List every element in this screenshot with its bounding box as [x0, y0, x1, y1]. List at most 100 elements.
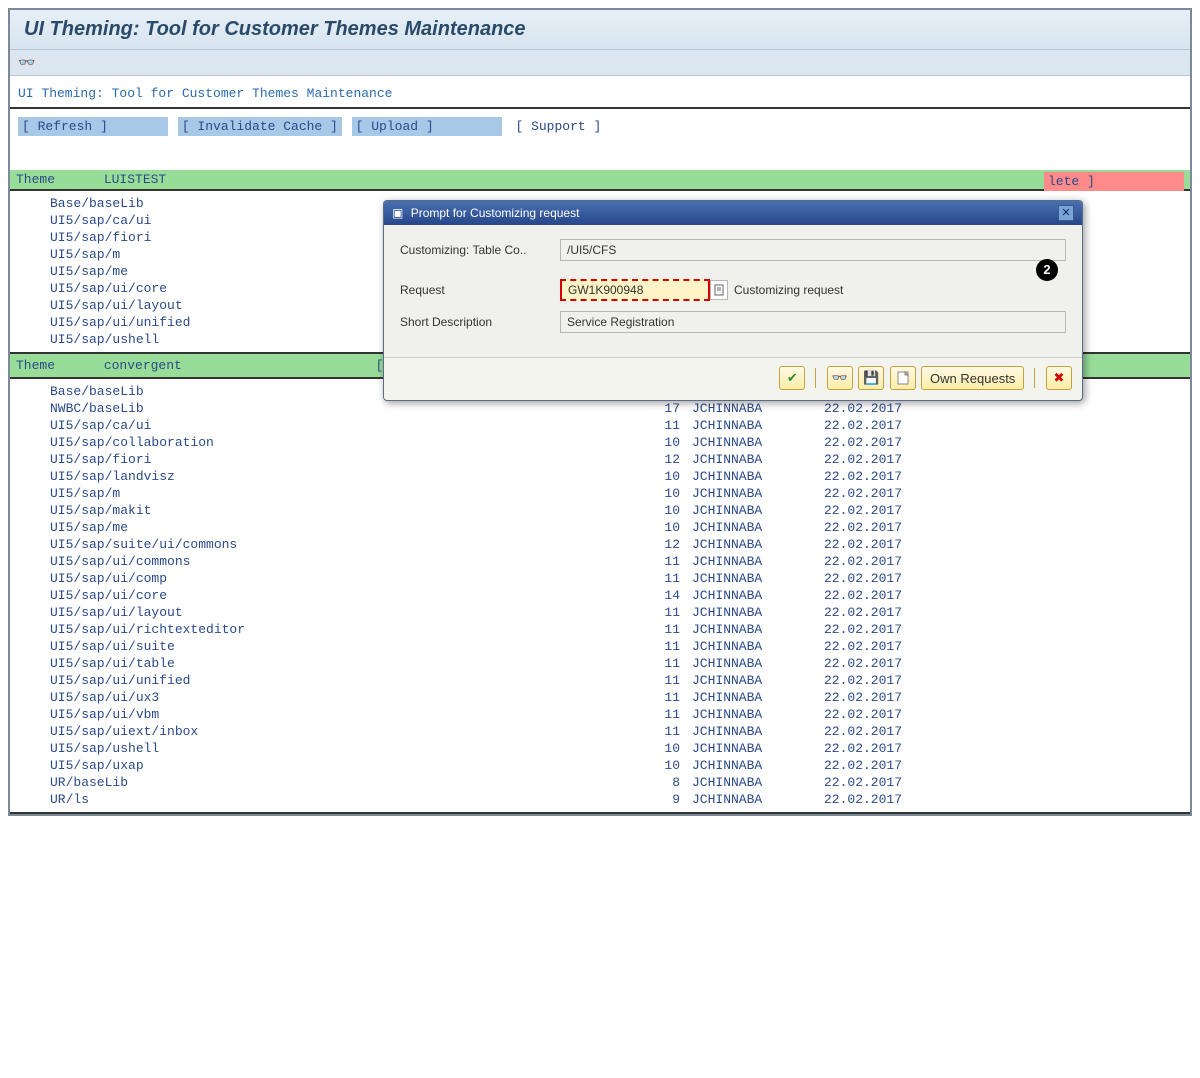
- transaction-subtitle: UI Theming: Tool for Customer Themes Mai…: [10, 76, 1190, 109]
- file-date: 22.02.2017: [800, 775, 920, 790]
- file-row: UI5/sap/fiori12JCHINNABA22.02.2017: [50, 451, 1190, 468]
- customizing-request-dialog: ▣ Prompt for Customizing request ✕ Custo…: [383, 200, 1083, 401]
- save-button[interactable]: 💾: [858, 366, 884, 390]
- display-object-button[interactable]: 👓: [827, 366, 853, 390]
- file-path: UI5/sap/ui/commons: [50, 554, 630, 569]
- file-count: 17: [630, 401, 680, 416]
- file-path: UI5/sap/ui/comp: [50, 571, 630, 586]
- file-row: UI5/sap/ui/unified11JCHINNABA22.02.2017: [50, 672, 1190, 689]
- file-date: 22.02.2017: [800, 792, 920, 807]
- file-path: UI5/sap/m: [50, 486, 630, 501]
- file-count: 11: [630, 690, 680, 705]
- create-button[interactable]: [890, 366, 916, 390]
- file-path: UI5/sap/ui/table: [50, 656, 630, 671]
- continue-button[interactable]: ✔: [779, 366, 805, 390]
- file-row: UI5/sap/ushell10JCHINNABA22.02.2017: [50, 740, 1190, 757]
- file-count: 11: [630, 418, 680, 433]
- file-count: 10: [630, 503, 680, 518]
- file-path: UI5/sap/ushell: [50, 741, 630, 756]
- file-path: UI5/sap/collaboration: [50, 435, 630, 450]
- file-user: JCHINNABA: [680, 537, 800, 552]
- file-date: 22.02.2017: [800, 605, 920, 620]
- file-count: 11: [630, 622, 680, 637]
- file-date: 22.02.2017: [800, 469, 920, 484]
- file-user: JCHINNABA: [680, 758, 800, 773]
- file-count: 10: [630, 741, 680, 756]
- file-date: 22.02.2017: [800, 690, 920, 705]
- file-date: 22.02.2017: [800, 673, 920, 688]
- file-row: UR/baseLib8JCHINNABA22.02.2017: [50, 774, 1190, 791]
- file-date: 22.02.2017: [800, 401, 920, 416]
- refresh-button[interactable]: [ Refresh ]: [18, 117, 168, 136]
- file-date: 22.02.2017: [800, 588, 920, 603]
- dialog-button-bar: ✔ 👓 💾 Own Requests ✖: [384, 357, 1082, 400]
- file-count: 9: [630, 792, 680, 807]
- file-row: UI5/sap/ui/table11JCHINNABA22.02.2017: [50, 655, 1190, 672]
- file-row: UI5/sap/landvisz10JCHINNABA22.02.2017: [50, 468, 1190, 485]
- file-path: NWBC/baseLib: [50, 401, 630, 416]
- file-row: UI5/sap/ui/comp11JCHINNABA22.02.2017: [50, 570, 1190, 587]
- file-row: UI5/sap/ca/ui11JCHINNABA22.02.2017: [50, 417, 1190, 434]
- dialog-title: Prompt for Customizing request: [411, 206, 580, 220]
- file-row: UI5/sap/suite/ui/commons12JCHINNABA22.02…: [50, 536, 1190, 553]
- file-count: 11: [630, 673, 680, 688]
- file-count: 11: [630, 656, 680, 671]
- file-user: JCHINNABA: [680, 656, 800, 671]
- display-icon[interactable]: 👓: [18, 54, 35, 71]
- file-count: 10: [630, 435, 680, 450]
- file-user: JCHINNABA: [680, 520, 800, 535]
- file-row: UI5/sap/uiext/inbox11JCHINNABA22.02.2017: [50, 723, 1190, 740]
- file-row: NWBC/baseLib17JCHINNABA22.02.2017: [50, 400, 1190, 417]
- file-date: 22.02.2017: [800, 741, 920, 756]
- file-user: JCHINNABA: [680, 792, 800, 807]
- file-path: UI5/sap/fiori: [50, 452, 630, 467]
- delete-button[interactable]: lete ]: [1044, 172, 1184, 191]
- file-path: UR/ls: [50, 792, 630, 807]
- file-user: JCHINNABA: [680, 690, 800, 705]
- file-row: UI5/sap/ui/suite11JCHINNABA22.02.2017: [50, 638, 1190, 655]
- file-row: UI5/sap/uxap10JCHINNABA22.02.2017: [50, 757, 1190, 774]
- file-row: UI5/sap/makit10JCHINNABA22.02.2017: [50, 502, 1190, 519]
- app-toolbar: 👓: [10, 50, 1190, 76]
- file-row: UI5/sap/ui/layout11JCHINNABA22.02.2017: [50, 604, 1190, 621]
- theme-label: Theme: [16, 358, 96, 373]
- file-row: UI5/sap/ui/vbm11JCHINNABA22.02.2017: [50, 706, 1190, 723]
- file-count: 11: [630, 554, 680, 569]
- value-help-icon[interactable]: [710, 280, 728, 300]
- file-row: UI5/sap/ui/commons11JCHINNABA22.02.2017: [50, 553, 1190, 570]
- file-path: UI5/sap/ca/ui: [50, 418, 630, 433]
- dialog-icon: ▣: [392, 206, 403, 220]
- file-count: 11: [630, 724, 680, 739]
- file-date: 22.02.2017: [800, 656, 920, 671]
- file-user: JCHINNABA: [680, 469, 800, 484]
- file-row: UI5/sap/m10JCHINNABA22.02.2017: [50, 485, 1190, 502]
- upload-button[interactable]: [ Upload ]: [352, 117, 502, 136]
- file-row: UI5/sap/collaboration10JCHINNABA22.02.20…: [50, 434, 1190, 451]
- file-row: UR/ls9JCHINNABA22.02.2017: [50, 791, 1190, 808]
- file-path: UI5/sap/ui/suite: [50, 639, 630, 654]
- file-user: JCHINNABA: [680, 503, 800, 518]
- close-icon[interactable]: ✕: [1058, 205, 1074, 221]
- file-date: 22.02.2017: [800, 622, 920, 637]
- dialog-titlebar: ▣ Prompt for Customizing request ✕: [384, 201, 1082, 225]
- file-path: UI5/sap/ui/ux3: [50, 690, 630, 705]
- file-date: 22.02.2017: [800, 486, 920, 501]
- file-user: JCHINNABA: [680, 639, 800, 654]
- file-path: UI5/sap/ui/vbm: [50, 707, 630, 722]
- cancel-button[interactable]: ✖: [1046, 366, 1072, 390]
- invalidate-cache-button[interactable]: [ Invalidate Cache ]: [178, 117, 342, 136]
- file-list-theme2: Base/baseLib15JCHINNABA22.02.2017NWBC/ba…: [10, 379, 1190, 814]
- file-path: UI5/sap/uxap: [50, 758, 630, 773]
- file-user: JCHINNABA: [680, 588, 800, 603]
- file-row: UI5/sap/me10JCHINNABA22.02.2017: [50, 519, 1190, 536]
- own-requests-button[interactable]: Own Requests: [921, 366, 1024, 390]
- file-date: 22.02.2017: [800, 520, 920, 535]
- file-user: JCHINNABA: [680, 707, 800, 722]
- callout-2: 2: [1036, 259, 1058, 281]
- file-path: UI5/sap/suite/ui/commons: [50, 537, 630, 552]
- request-input[interactable]: GW1K900948: [560, 279, 710, 301]
- support-button[interactable]: [ Support ]: [511, 117, 661, 136]
- file-user: JCHINNABA: [680, 452, 800, 467]
- file-date: 22.02.2017: [800, 707, 920, 722]
- file-user: JCHINNABA: [680, 775, 800, 790]
